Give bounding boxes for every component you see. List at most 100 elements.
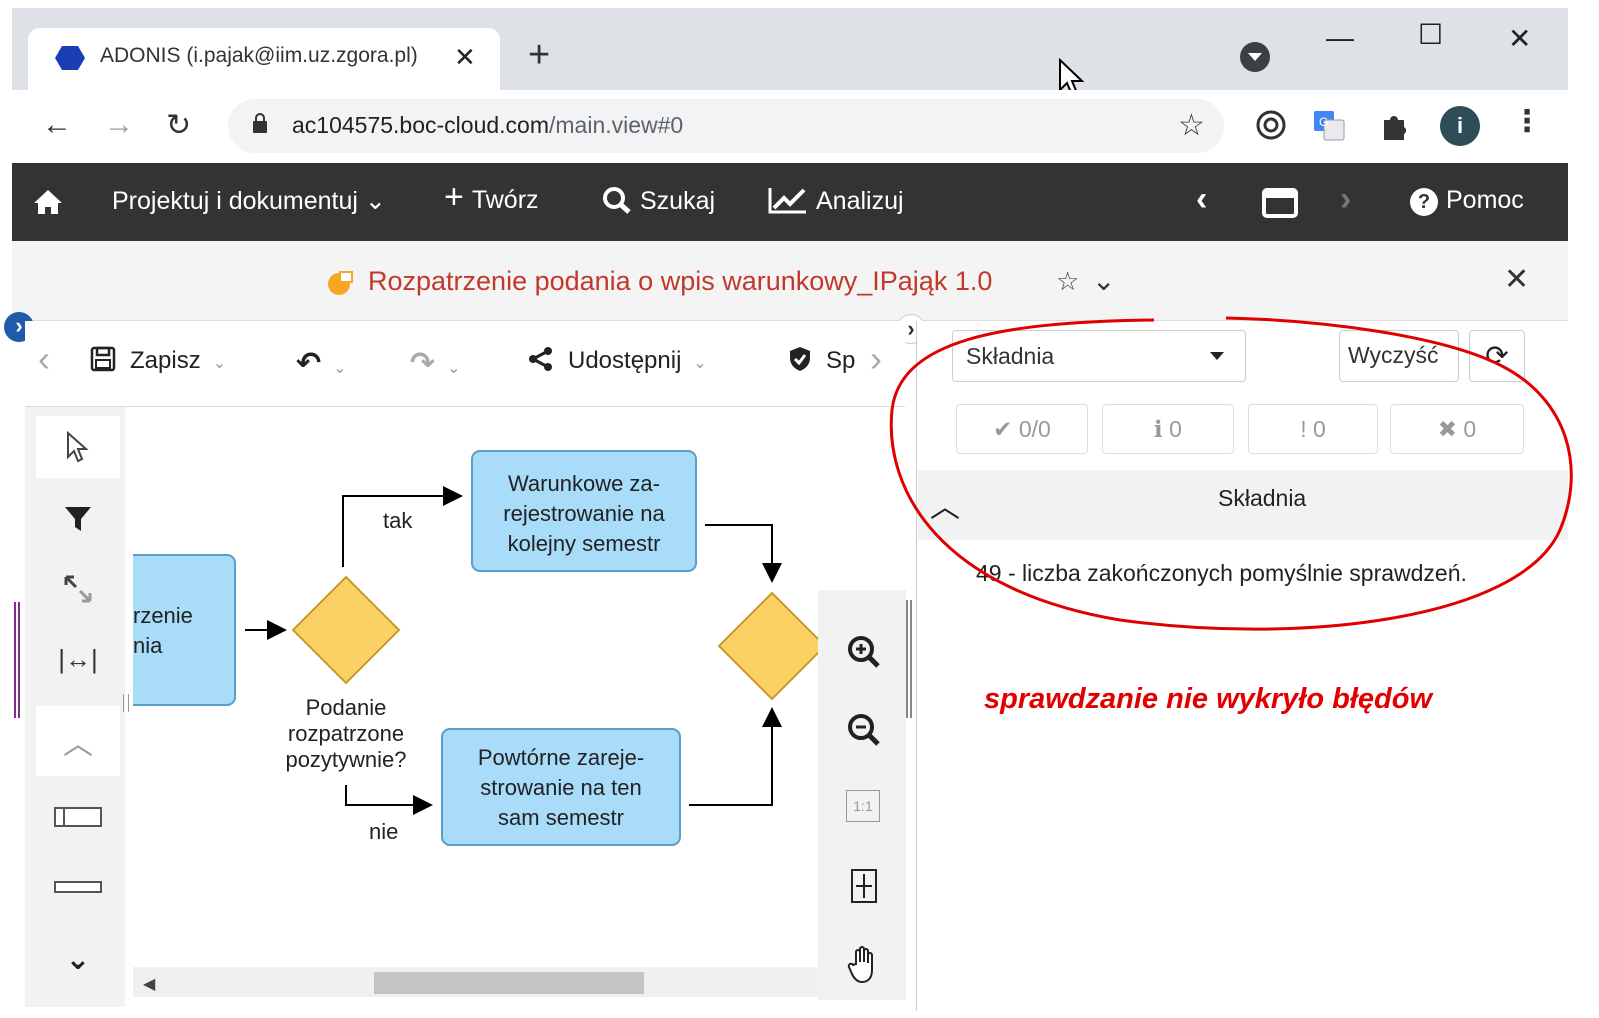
window-close-icon[interactable]: ✕: [1508, 22, 1531, 55]
document-menu-chevron-icon[interactable]: ⌄: [1092, 264, 1115, 297]
menu-help[interactable]: ? Pomoc: [1410, 186, 1524, 216]
chevron-down-icon: ⌄: [693, 355, 707, 372]
close-document-icon[interactable]: ✕: [1504, 262, 1529, 297]
redo-button[interactable]: ↷ ⌄: [410, 346, 461, 381]
maximize-icon[interactable]: ☐: [1418, 18, 1443, 51]
gateway-label: Podanie rozpatrzone pozytywnie?: [263, 695, 429, 773]
save-button[interactable]: Zapisz ⌄: [90, 346, 226, 375]
lane-shape-tool[interactable]: [36, 856, 120, 918]
google-translate-icon[interactable]: G: [1312, 108, 1346, 142]
tab-title: ADONIS (i.pajak@iim.uz.zgora.pl): [100, 44, 418, 67]
connect-tool[interactable]: [36, 558, 120, 620]
palette-scroll-down-icon[interactable]: ⌄: [36, 928, 120, 990]
scrollbar-thumb[interactable]: [374, 972, 644, 994]
horizontal-spacing-icon: |↔|: [58, 643, 98, 674]
pool-shape-tool[interactable]: [36, 786, 120, 848]
menu-analyze[interactable]: Analizuj: [768, 186, 904, 216]
nav-back-icon[interactable]: ‹: [1196, 180, 1207, 219]
minimize-icon[interactable]: —: [1326, 22, 1354, 54]
zoom-reset-button[interactable]: 1:1: [846, 790, 880, 822]
task-left-text-1: rzenie: [133, 603, 193, 628]
bookmark-star-icon[interactable]: ☆: [1178, 108, 1205, 143]
gateway-label-line: pozytywnie?: [285, 747, 407, 772]
chevron-down-icon: ⌄: [333, 360, 347, 377]
gateway-decision[interactable]: [291, 575, 401, 685]
nav-forward-icon[interactable]: ›: [1340, 180, 1351, 219]
modeling-canvas[interactable]: rzenie nia Warunkowe za- rejestrowanie n…: [133, 407, 818, 967]
chart-line-icon: [768, 188, 806, 214]
adonis-favicon-icon: [55, 46, 85, 70]
palette-splitter-handle[interactable]: [123, 694, 129, 712]
task-left-partial[interactable]: [133, 554, 236, 706]
hand-pan-icon[interactable]: [842, 942, 886, 986]
gateway-label-line: Podanie: [305, 695, 387, 720]
task-top-line: rejestrowanie na: [503, 501, 665, 526]
left-splitter-handle[interactable]: [14, 602, 20, 718]
task-top-line: kolejny semestr: [507, 531, 661, 556]
fit-to-page-icon[interactable]: [842, 864, 886, 908]
search-icon: [603, 187, 631, 214]
menu-help-label: Pomoc: [1446, 186, 1524, 214]
undo-button[interactable]: ↶ ⌄: [296, 346, 347, 381]
favorite-star-icon[interactable]: ☆: [1056, 266, 1079, 297]
task-bottom-label: Powtórne zareje- strowanie na ten sam se…: [442, 743, 680, 833]
share-label: Udostępnij: [568, 347, 682, 374]
highlight-ellipse: [889, 316, 1573, 631]
check-button[interactable]: Sp: [788, 346, 860, 375]
back-icon[interactable]: ←: [42, 108, 72, 142]
url-text[interactable]: ac104575.boc-cloud.com/main.view#0: [292, 112, 683, 139]
palette-scroll-up-icon[interactable]: ︿: [36, 706, 120, 776]
zoom-out-icon[interactable]: [842, 708, 886, 752]
connector-arrows-icon: [64, 575, 92, 603]
chevron-down-icon: ⌄: [364, 187, 386, 215]
redo-icon: ↷: [410, 347, 436, 380]
forward-icon[interactable]: →: [104, 108, 134, 142]
gateway-merge[interactable]: [717, 591, 818, 701]
menu-analyze-label: Analizuj: [816, 187, 904, 215]
pool-icon: [54, 807, 102, 827]
spacing-tool[interactable]: |↔|: [36, 628, 120, 690]
toolbar-scroll-left-icon[interactable]: ‹: [38, 338, 50, 380]
menu-search[interactable]: Szukaj: [602, 186, 715, 216]
reload-icon[interactable]: ↻: [166, 108, 191, 143]
tab-search-icon[interactable]: [1240, 42, 1270, 72]
browser-menu-icon[interactable]: ⋮: [1512, 104, 1542, 139]
url-path: /main.view#0: [549, 112, 684, 138]
share-icon: [529, 347, 552, 371]
check-label: Sp: [826, 347, 856, 374]
menu-design-label: Projektuj i dokumentuj: [112, 187, 358, 215]
profile-avatar[interactable]: i: [1440, 106, 1480, 146]
menu-search-label: Szukaj: [640, 187, 716, 215]
help-icon: ?: [1410, 188, 1438, 216]
edge-label-no: nie: [369, 819, 399, 844]
extensions-puzzle-icon[interactable]: [1378, 108, 1412, 142]
share-button[interactable]: Udostępnij ⌄: [528, 346, 707, 375]
lane-icon: [54, 881, 102, 893]
chevron-down-icon: ⌄: [447, 360, 461, 377]
edge-label-yes: tak: [383, 508, 413, 533]
annotation-no-errors: sprawdzanie nie wykryło błędów: [984, 683, 1433, 715]
shield-check-icon: [790, 347, 810, 371]
tab-close-icon[interactable]: ✕: [454, 42, 476, 73]
task-bottom-line: sam semestr: [498, 805, 624, 830]
filter-icon: [65, 507, 91, 531]
home-icon[interactable]: [32, 188, 64, 216]
undo-icon: ↶: [296, 347, 322, 380]
process-model-icon: [328, 271, 353, 295]
scroll-left-arrow-icon[interactable]: ◀: [143, 974, 155, 994]
save-label: Zapisz: [130, 347, 201, 374]
filter-tool[interactable]: [36, 488, 120, 550]
window-switch-icon[interactable]: [1262, 188, 1298, 218]
pointer-icon: [67, 431, 89, 463]
task-top-line: Warunkowe za-: [507, 471, 660, 496]
task-left-text-2: nia: [133, 633, 163, 658]
menu-design-and-document[interactable]: Projektuj i dokumentuj ⌄: [112, 186, 386, 216]
new-tab-button[interactable]: +: [528, 34, 550, 77]
svg-text:G: G: [1319, 115, 1328, 129]
url-host: ac104575.boc-cloud.com: [292, 112, 549, 138]
document-title: Rozpatrzenie podania o wpis warunkowy_IP…: [368, 266, 993, 296]
extension-chat-icon[interactable]: [1254, 108, 1288, 142]
menu-create[interactable]: + Twórz: [444, 178, 539, 216]
plus-icon: +: [444, 178, 464, 216]
select-pointer-tool[interactable]: [36, 416, 120, 478]
